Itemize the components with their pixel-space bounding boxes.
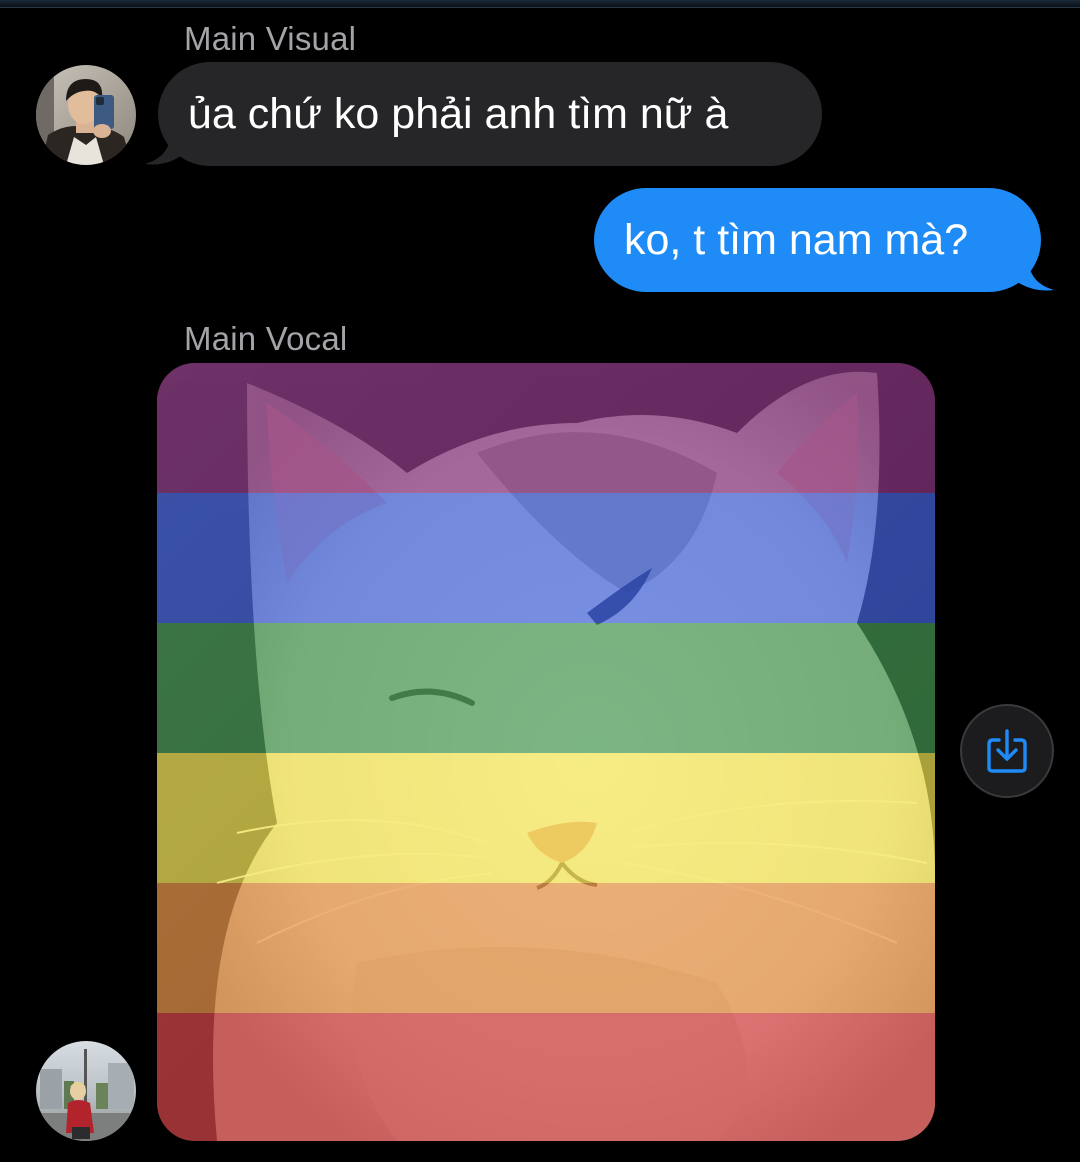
bubble-tail-incoming — [145, 128, 183, 165]
share-download-icon — [987, 729, 1027, 773]
message-bubble-outgoing[interactable]: ko, t tìm nam mà? — [594, 188, 1041, 292]
message-bubble-incoming[interactable]: ủa chứ ko phải anh tìm nữ à — [158, 62, 822, 166]
sender-name-main-visual: Main Visual — [184, 20, 357, 57]
avatar-main-vocal[interactable] — [36, 1041, 136, 1141]
message-text: ko, t tìm nam mà? — [624, 216, 969, 264]
status-strip — [0, 0, 1080, 8]
avatar-photo — [36, 65, 136, 165]
cat-pride-photo — [157, 363, 935, 1141]
sender-name-main-vocal: Main Vocal — [184, 320, 348, 357]
pride-flag-overlay — [157, 363, 935, 1141]
avatar-photo — [36, 1041, 136, 1141]
photo-attachment[interactable] — [157, 363, 935, 1141]
save-attachment-button[interactable] — [960, 704, 1054, 798]
avatar-main-visual[interactable] — [36, 65, 136, 165]
message-text: ủa chứ ko phải anh tìm nữ à — [188, 90, 729, 138]
bubble-tail-outgoing — [1014, 254, 1054, 291]
